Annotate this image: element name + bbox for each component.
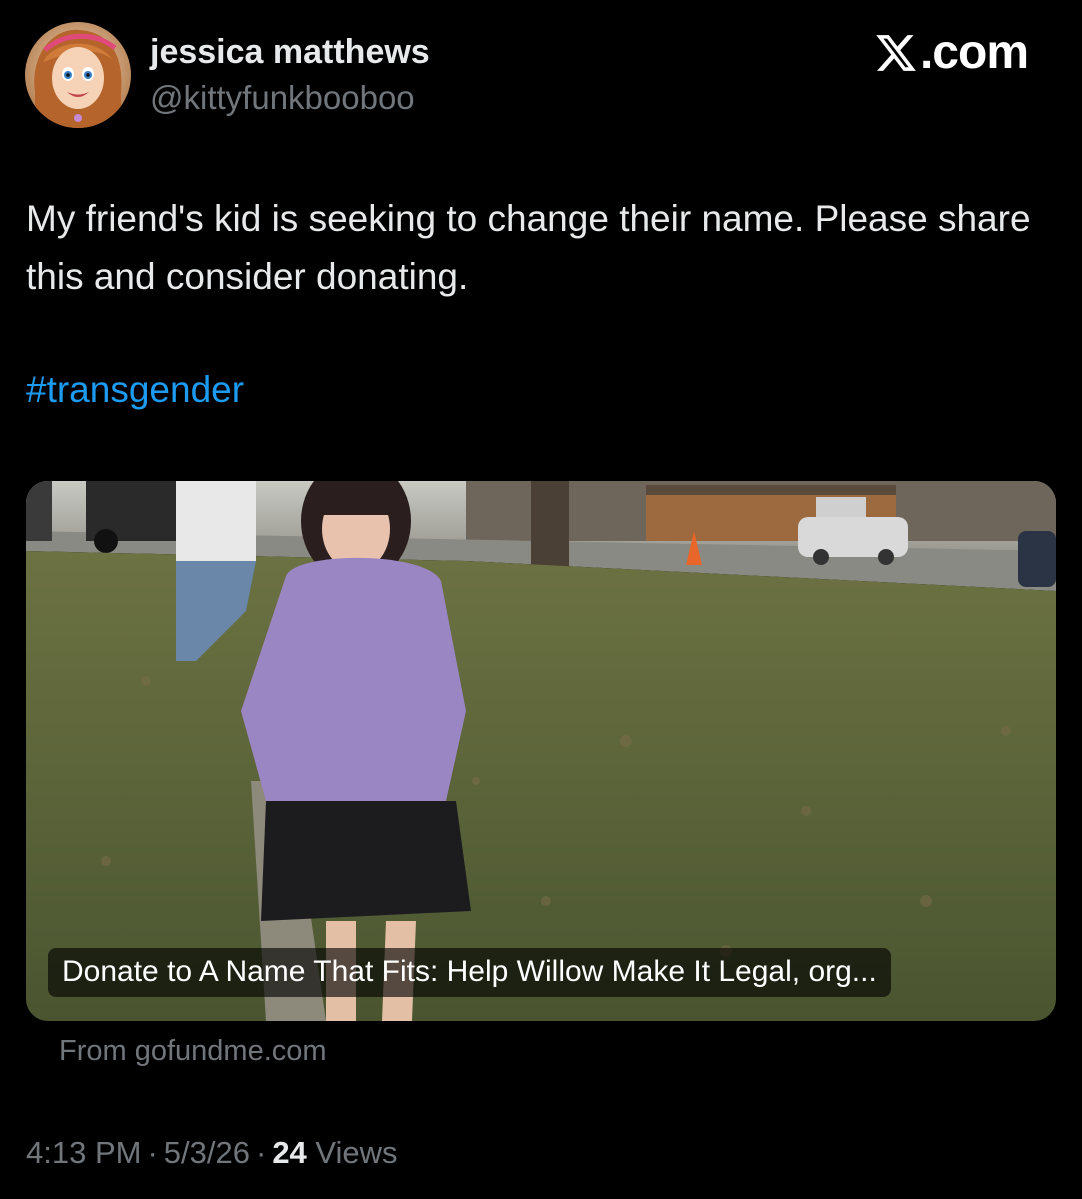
meta-separator: · — [147, 1135, 158, 1170]
card-title: Donate to A Name That Fits: Help Willow … — [48, 948, 891, 997]
meta-separator: · — [255, 1135, 267, 1170]
views-label: Views — [315, 1135, 398, 1170]
avatar[interactable] — [25, 22, 131, 128]
user-handle[interactable]: @kittyfunkbooboo — [150, 78, 415, 118]
tweet-time[interactable]: 4:13 PM — [26, 1135, 141, 1170]
brand-domain-text: .com — [919, 26, 1029, 79]
card-image — [26, 481, 1056, 1021]
link-preview-card[interactable]: Donate to A Name That Fits: Help Willow … — [26, 481, 1056, 1021]
card-source-link[interactable]: From gofundme.com — [59, 1033, 327, 1069]
tweet-meta: 4:13 PM · 5/3/26 · 24 Views — [26, 1134, 398, 1172]
display-name[interactable]: jessica matthews — [150, 32, 430, 72]
avatar-image — [25, 22, 131, 128]
views-count[interactable]: 24 — [272, 1135, 306, 1170]
brand-watermark: .com — [874, 26, 1029, 79]
tweet-text: My friend's kid is seeking to change the… — [26, 198, 1031, 297]
tweet-date[interactable]: 5/3/26 — [164, 1135, 250, 1170]
x-logo-icon — [876, 35, 916, 71]
hashtag-link[interactable]: #transgender — [26, 362, 244, 418]
